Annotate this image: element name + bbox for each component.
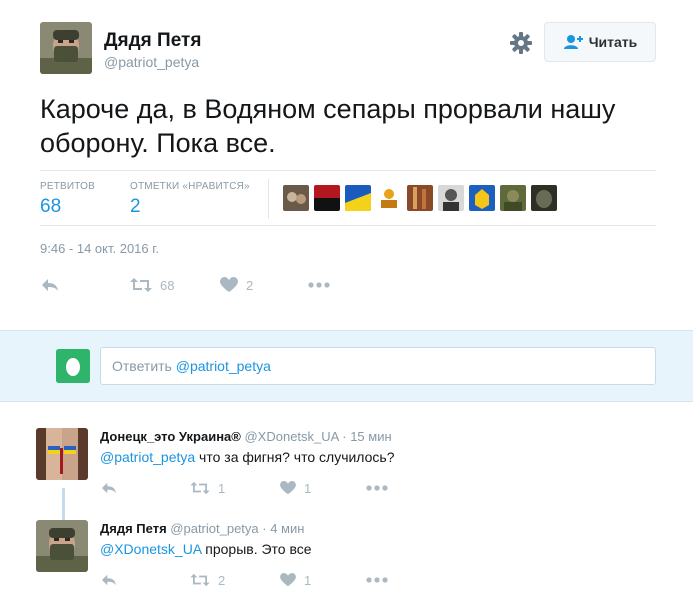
reply-icon xyxy=(102,574,116,586)
reply-1-reply-button[interactable] xyxy=(100,481,190,495)
liker-avatar-3[interactable] xyxy=(345,185,371,211)
retweets-value: 68 xyxy=(40,196,62,217)
follow-label: Читать xyxy=(588,34,638,50)
reply-placeholder: Ответить xyxy=(112,358,176,374)
reply-mention: @patriot_petya xyxy=(175,358,271,374)
reply-2-like-button[interactable]: 1 xyxy=(280,573,366,588)
liker-avatar-4[interactable] xyxy=(376,185,402,211)
likers-avatars xyxy=(283,185,557,211)
reply-2-retweet-button[interactable]: 2 xyxy=(190,573,280,588)
author-handle[interactable]: @patriot_petya xyxy=(104,54,199,70)
more-button[interactable] xyxy=(308,282,330,288)
reply-2-body: прорыв. Это все xyxy=(201,541,312,557)
liker-avatar-9[interactable] xyxy=(531,185,557,211)
follow-button[interactable]: Читать xyxy=(544,22,656,62)
reply-1-like-button[interactable]: 1 xyxy=(280,481,366,496)
reply-2-more-button[interactable] xyxy=(366,577,388,583)
retweet-button[interactable]: 68 xyxy=(130,277,220,293)
tweet-text: Кароче да, в Водяном сепары прорвали наш… xyxy=(40,94,616,158)
liker-avatar-8[interactable] xyxy=(500,185,526,211)
reply-composer: Ответить @patriot_petya xyxy=(0,330,693,402)
reply-1-text: @patriot_petya что за фигня? что случило… xyxy=(100,449,395,465)
reply-icon xyxy=(102,482,116,494)
liker-avatar-7[interactable] xyxy=(469,185,495,211)
reply-2-reply-button[interactable] xyxy=(100,573,190,587)
liker-avatar-6[interactable] xyxy=(438,185,464,211)
stats-divider xyxy=(268,179,269,219)
gear-icon[interactable] xyxy=(508,30,534,56)
retweet-icon xyxy=(190,481,210,495)
thread-connector xyxy=(62,488,65,520)
tweet-actions: 68 2 xyxy=(40,274,330,296)
reply-2-actions: 2 1 xyxy=(100,570,388,590)
liker-avatar-5[interactable] xyxy=(407,185,433,211)
reply-1-like-count: 1 xyxy=(304,480,312,496)
reply-1-actions: 1 1 xyxy=(100,478,388,498)
heart-icon xyxy=(220,277,238,292)
tweet-timestamp[interactable]: 9:46 - 14 окт. 2016 г. xyxy=(40,241,159,256)
reply-avatar-1[interactable] xyxy=(36,428,88,480)
likes-stat[interactable]: ОТМЕТКИ «НРАВИТСЯ» 2 xyxy=(130,181,250,218)
reply-1-time[interactable]: · 15 мин xyxy=(342,429,391,444)
main-tweet: Дядя Петя @patriot_petya Читать Кароче д… xyxy=(0,0,693,330)
reply-button[interactable] xyxy=(40,277,130,293)
liker-avatar-2[interactable] xyxy=(314,185,340,211)
reply-1-handle[interactable]: @XDonetsk_UA xyxy=(244,429,338,444)
reply-2-mention[interactable]: @XDonetsk_UA xyxy=(100,541,201,557)
reply-2-text: @XDonetsk_UA прорыв. Это все xyxy=(100,541,312,557)
reply-1-body: что за фигня? что случилось? xyxy=(195,449,395,465)
author-name[interactable]: Дядя Петя xyxy=(104,30,201,52)
reply-2-like-count: 1 xyxy=(304,572,312,588)
more-icon xyxy=(366,577,388,583)
more-icon xyxy=(366,485,388,491)
reply-2-name[interactable]: Дядя Петя xyxy=(100,521,167,536)
retweets-stat[interactable]: РЕТВИТОВ 68 xyxy=(40,181,95,218)
reply-2-time[interactable]: · 4 мин xyxy=(262,521,304,536)
reply-2-retweet-count: 2 xyxy=(218,572,226,588)
likes-label: ОТМЕТКИ «НРАВИТСЯ» xyxy=(130,181,250,192)
retweet-icon xyxy=(190,573,210,587)
add-user-icon xyxy=(563,35,583,49)
reply-2-header: Дядя Петя @patriot_petya · 4 мин xyxy=(100,521,304,536)
current-user-avatar xyxy=(56,349,90,383)
reply-1-header: Донецк_это Украина® @XDonetsk_UA · 15 ми… xyxy=(100,429,392,444)
reply-1-mention[interactable]: @patriot_petya xyxy=(100,449,195,465)
reply-avatar-2[interactable] xyxy=(36,520,88,572)
reply-icon xyxy=(42,279,58,291)
likes-value: 2 xyxy=(130,196,141,217)
retweet-icon xyxy=(130,278,152,292)
reply-input[interactable]: Ответить @patriot_petya xyxy=(100,347,656,385)
retweet-count: 68 xyxy=(160,277,175,293)
reply-1-retweet-button[interactable]: 1 xyxy=(190,481,280,496)
author-avatar[interactable] xyxy=(40,22,92,74)
heart-icon xyxy=(280,481,296,495)
reply-1-name[interactable]: Донецк_это Украина® xyxy=(100,429,241,444)
tweet-stats: РЕТВИТОВ 68 ОТМЕТКИ «НРАВИТСЯ» 2 xyxy=(40,170,656,226)
retweets-label: РЕТВИТОВ xyxy=(40,181,96,192)
reply-2-handle[interactable]: @patriot_petya xyxy=(170,521,258,536)
liker-avatar-1[interactable] xyxy=(283,185,309,211)
like-count: 2 xyxy=(246,277,254,293)
reply-1-retweet-count: 1 xyxy=(218,480,226,496)
heart-icon xyxy=(280,573,296,587)
more-icon xyxy=(308,282,330,288)
like-button[interactable]: 2 xyxy=(220,277,308,293)
reply-1-more-button[interactable] xyxy=(366,485,388,491)
